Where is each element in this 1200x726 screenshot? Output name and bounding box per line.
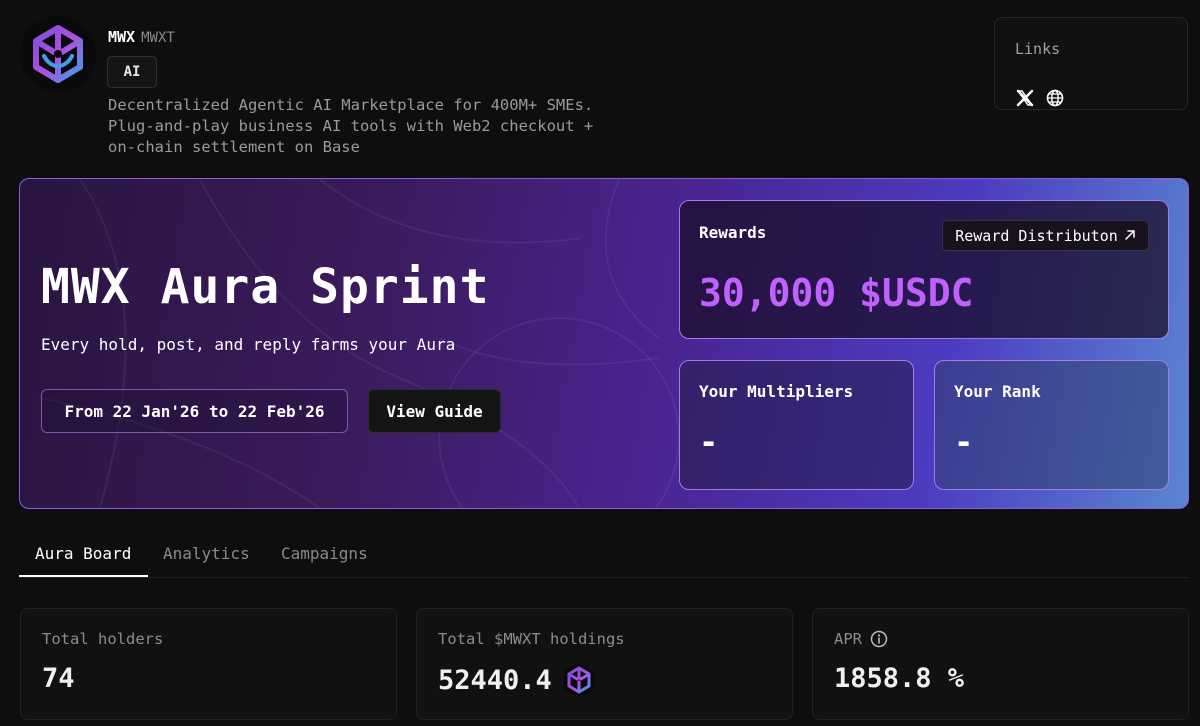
campaign-date-range: From 22 Jan'26 to 22 Feb'26 <box>41 389 348 433</box>
rank-card: Your Rank - <box>934 360 1169 490</box>
stat-value: 74 <box>42 663 75 694</box>
total-holders-value: 74 <box>42 663 75 694</box>
info-icon[interactable] <box>870 630 888 648</box>
apr-value: 1858.8 % <box>834 663 965 694</box>
links-panel: Links <box>994 17 1188 110</box>
campaign-title: MWX Aura Sprint <box>41 259 490 315</box>
tab-analytics[interactable]: Analytics <box>163 544 250 563</box>
multipliers-card: Your Multipliers - <box>679 360 914 490</box>
rewards-card: Rewards Reward Distributon 30,000 $USDC <box>679 200 1169 339</box>
rewards-label: Rewards <box>699 223 767 242</box>
rank-label: Your Rank <box>954 382 1041 401</box>
total-holders-label: Total holders <box>42 630 164 648</box>
arrow-up-right-icon <box>1124 227 1136 245</box>
stat-label: Total holders <box>42 630 163 648</box>
mwx-token-icon <box>562 663 596 697</box>
project-title-row: MWX MWXT <box>108 28 175 46</box>
stat-label: Total $MWXT holdings <box>438 630 625 648</box>
tab-aura-board[interactable]: Aura Board <box>35 544 131 563</box>
stat-label: APR <box>834 630 888 648</box>
apr-label: APR <box>834 630 862 648</box>
tab-bar: Aura Board Analytics Campaigns <box>19 532 1189 578</box>
project-description: Decentralized Agentic AI Marketplace for… <box>108 96 594 156</box>
campaign-hero-banner: MWX Aura Sprint Every hold, post, and re… <box>19 178 1189 509</box>
links-title: Links <box>1015 40 1061 58</box>
globe-icon[interactable] <box>1045 88 1065 108</box>
category-tag[interactable]: AI <box>107 56 157 88</box>
stat-value: 1858.8 % <box>834 663 964 694</box>
reward-distribution-button[interactable]: Reward Distributon <box>942 220 1149 251</box>
tab-campaigns[interactable]: Campaigns <box>281 544 368 563</box>
view-guide-button[interactable]: View Guide <box>368 389 501 433</box>
campaign-subtitle: Every hold, post, and reply farms your A… <box>41 335 456 354</box>
project-header: MWX MWXT AI Decentralized Agentic AI Mar… <box>0 0 1200 170</box>
total-holdings-label: Total $MWXT holdings <box>438 630 625 648</box>
total-holdings-value: 52440.4 <box>438 664 552 696</box>
x-icon[interactable] <box>1015 88 1035 108</box>
stat-total-holders: Total holders 74 <box>20 608 397 720</box>
stat-total-holdings: Total $MWXT holdings 52440.4 <box>416 608 793 720</box>
reward-distribution-label: Reward Distributon <box>955 226 1118 245</box>
link-icons <box>1015 88 1065 108</box>
stat-value: 52440.4 <box>438 663 596 697</box>
active-tab-indicator <box>19 575 148 577</box>
multipliers-value: - <box>699 423 719 461</box>
project-name: MWX <box>108 28 136 46</box>
stat-apr: APR 1858.8 % <box>812 608 1189 720</box>
multipliers-label: Your Multipliers <box>699 382 854 401</box>
rank-value: - <box>954 423 974 461</box>
rewards-value: 30,000 $USDC <box>699 271 974 315</box>
mwx-logo-icon <box>20 16 96 92</box>
project-ticker: MWXT <box>141 30 175 46</box>
